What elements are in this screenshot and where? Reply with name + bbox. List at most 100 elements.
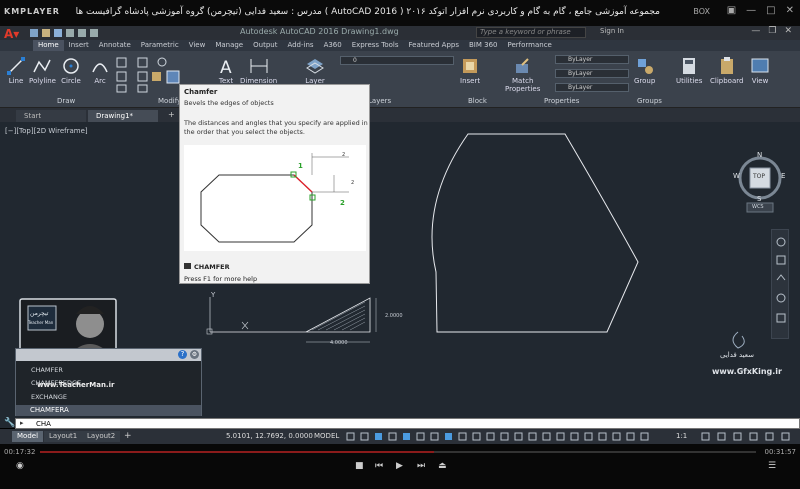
- group-block-label[interactable]: Block: [468, 97, 487, 105]
- box-label[interactable]: BOX: [693, 7, 710, 16]
- tab-a360[interactable]: A360: [319, 40, 347, 51]
- insert-block-button[interactable]: Insert: [460, 54, 480, 85]
- layout1-tab[interactable]: Layout1: [44, 431, 83, 442]
- settings-icon[interactable]: ⚙: [190, 350, 199, 359]
- dimension-icon: [250, 59, 268, 73]
- hatched-wedge: [305, 297, 371, 333]
- wcs-menu[interactable]: WCS: [752, 204, 764, 210]
- tab-home[interactable]: Home: [33, 40, 64, 51]
- minimize-icon[interactable]: —: [746, 5, 756, 16]
- help-icon[interactable]: ?: [178, 350, 187, 359]
- tab-performance[interactable]: Performance: [502, 40, 556, 51]
- view-button[interactable]: View: [750, 54, 770, 85]
- layer-dropdown[interactable]: 0: [340, 56, 454, 65]
- linetype-dropdown[interactable]: ByLayer: [555, 69, 629, 78]
- acad-minimize-icon[interactable]: —: [751, 26, 760, 36]
- maximize-icon[interactable]: □: [766, 5, 775, 16]
- quick-access-toolbar[interactable]: [28, 28, 148, 38]
- ribbon-tab-bar: Home Insert Annotate Parametric View Man…: [0, 40, 800, 51]
- tab-insert[interactable]: Insert: [64, 40, 94, 51]
- tab-output[interactable]: Output: [248, 40, 282, 51]
- layout2-tab[interactable]: Layout2: [82, 431, 121, 442]
- acad-restore-icon[interactable]: ❐: [768, 26, 776, 36]
- wrench-icon[interactable]: 🔧: [4, 418, 15, 428]
- command-input[interactable]: CHA: [36, 420, 51, 428]
- next-icon[interactable]: ⏭: [417, 461, 425, 471]
- autocomplete-item[interactable]: EXCHANGE: [31, 393, 67, 401]
- clipboard-button[interactable]: Clipboard: [710, 54, 743, 85]
- group-modify-label[interactable]: Modify: [158, 97, 181, 105]
- close-icon[interactable]: ✕: [786, 5, 794, 16]
- arc-icon: [92, 63, 108, 73]
- command-line[interactable]: ▸ CHA: [15, 418, 800, 429]
- seek-bar[interactable]: [40, 451, 756, 453]
- dimension-button[interactable]: Dimension: [240, 54, 277, 85]
- tab-annotate[interactable]: Annotate: [94, 40, 136, 51]
- group-properties-label[interactable]: Properties: [544, 97, 579, 105]
- acad-close-icon[interactable]: ✕: [784, 26, 792, 36]
- play-icon[interactable]: ▶: [396, 461, 403, 471]
- arc-button[interactable]: Arc: [90, 54, 110, 85]
- model-tab[interactable]: Model: [12, 431, 44, 442]
- tab-express-tools[interactable]: Express Tools: [347, 40, 404, 51]
- tab-parametric[interactable]: Parametric: [136, 40, 184, 51]
- group-layers-label[interactable]: Layers: [368, 97, 391, 105]
- insert-label: Insert: [460, 77, 481, 85]
- tab-add-ins[interactable]: Add-ins: [282, 40, 318, 51]
- volume-icon[interactable]: ◉: [16, 461, 24, 471]
- tab-featured-apps[interactable]: Featured Apps: [404, 40, 464, 51]
- text-button[interactable]: A Text: [216, 54, 236, 85]
- player-logo: KMPLAYER: [4, 7, 60, 16]
- eject-icon[interactable]: ⏏: [438, 461, 447, 471]
- autocomplete-item[interactable]: CHAMFER: [31, 366, 63, 374]
- pin-icon[interactable]: ▣: [727, 5, 736, 16]
- tab-manage[interactable]: Manage: [210, 40, 248, 51]
- player-window-controls: ▣ — □ ✕: [727, 5, 794, 16]
- brand-site: www.GfxKing.ir: [712, 367, 782, 376]
- navigation-bar[interactable]: [771, 229, 789, 339]
- color-dropdown[interactable]: ByLayer: [555, 55, 629, 64]
- sign-in-link[interactable]: Sign In: [600, 27, 624, 35]
- drawing1-tab[interactable]: Drawing1*: [88, 110, 158, 122]
- search-input[interactable]: Type a keyword or phrase: [476, 27, 586, 38]
- status-tray[interactable]: [700, 431, 796, 442]
- start-tab[interactable]: Start: [16, 110, 86, 122]
- group-icon: [637, 59, 653, 74]
- viewcube[interactable]: N S E W TOP WCS: [733, 151, 787, 215]
- stop-icon[interactable]: ■: [355, 461, 364, 471]
- ucs-y-label: Y: [211, 291, 216, 299]
- viewcube-top-face[interactable]: TOP: [753, 173, 765, 180]
- lineweight-dropdown[interactable]: ByLayer: [555, 83, 629, 92]
- model-space-toggle[interactable]: MODEL: [314, 432, 339, 440]
- viewcube-east[interactable]: E: [781, 172, 785, 180]
- layer-icon: [306, 59, 324, 74]
- previous-icon[interactable]: ⏮: [375, 461, 383, 471]
- new-layout-icon[interactable]: +: [124, 431, 132, 441]
- polyline-icon: [33, 59, 52, 73]
- viewcube-west[interactable]: W: [733, 172, 740, 180]
- tab-bim-360[interactable]: BIM 360: [464, 40, 503, 51]
- autocomplete-selected[interactable]: CHAMFERA: [16, 405, 201, 416]
- autocad-logo-icon[interactable]: A▾: [4, 27, 24, 41]
- circle-button[interactable]: Circle: [61, 54, 81, 85]
- layer-properties-button[interactable]: Layer: [305, 54, 325, 85]
- dim-2a: 2: [342, 152, 346, 158]
- viewcube-south[interactable]: S: [757, 195, 761, 203]
- viewcube-north[interactable]: N: [757, 151, 762, 159]
- utilities-button[interactable]: Utilities: [676, 54, 702, 85]
- teacher-avatar: تیچرمن Teacher Man: [18, 296, 118, 356]
- status-toggles[interactable]: [345, 431, 665, 442]
- line-button[interactable]: Line: [6, 54, 26, 85]
- group-groups-label[interactable]: Groups: [637, 97, 662, 105]
- group-button[interactable]: Group: [634, 54, 655, 85]
- polyline-button[interactable]: Polyline: [29, 54, 56, 85]
- group-draw-label[interactable]: Draw: [57, 97, 75, 105]
- circle-label: Circle: [61, 77, 81, 85]
- match-label-2: Properties: [505, 85, 541, 93]
- annotation-scale[interactable]: 1:1: [676, 432, 687, 440]
- playlist-icon[interactable]: ☰: [768, 461, 776, 471]
- new-tab-icon[interactable]: +: [168, 110, 175, 119]
- match-properties-button[interactable]: Match Properties: [505, 54, 540, 93]
- nav-tools: [776, 237, 786, 323]
- tab-view[interactable]: View: [184, 40, 211, 51]
